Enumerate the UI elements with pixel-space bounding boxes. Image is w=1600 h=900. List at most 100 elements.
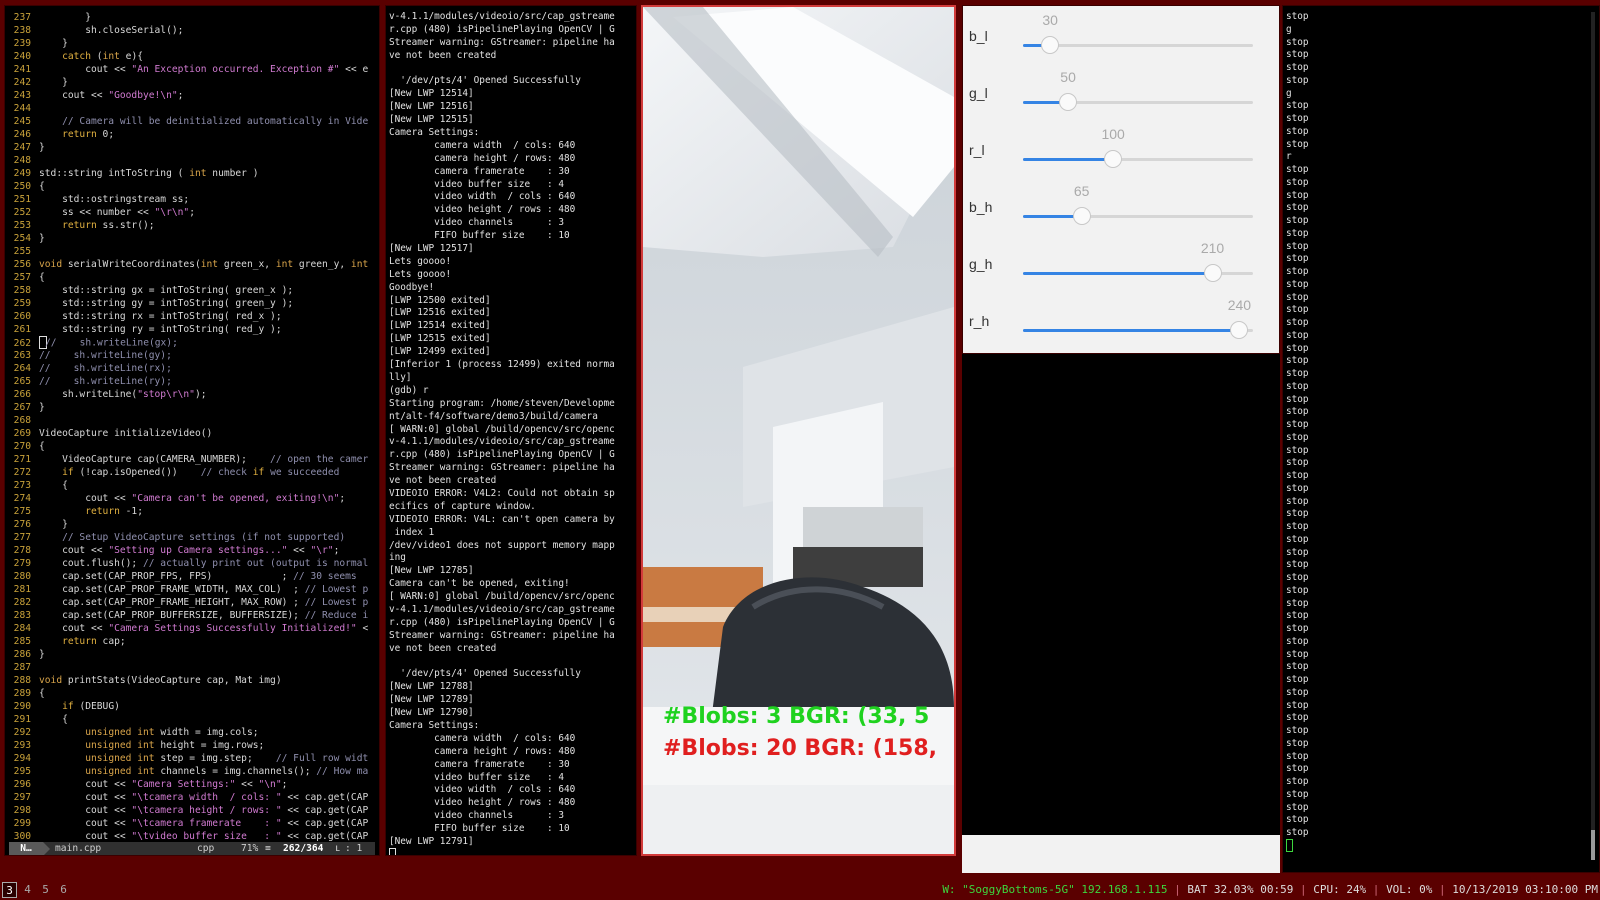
slider-knob[interactable] — [1203, 264, 1222, 282]
cpu-status: CPU: 24% — [1313, 883, 1367, 896]
terminal-line: VIDEOIO ERROR: V4L: can't open camera by — [389, 513, 615, 525]
serial-line: stop — [1286, 278, 1309, 290]
slider-r-h: r_h 240 — [963, 291, 1279, 348]
slider-track[interactable] — [1023, 207, 1253, 225]
code-text: cout << "Goodbye!\n"; — [39, 90, 184, 101]
editor-line: 292 unsigned int width = img.cols; — [7, 726, 368, 739]
camera-window[interactable]: #Blobs: 3 BGR: (33, 5 #Blobs: 20 BGR: (1… — [641, 5, 956, 856]
editor-line: 260 std::string rx = intToString( red_x … — [7, 310, 368, 323]
editor-line: 299 cout << "\tcamera framerate : " << c… — [7, 817, 369, 830]
status-bar: 3456 W: "SoggyBottoms-5G" 192.168.1.115 … — [0, 880, 1600, 900]
editor-line: 281 cap.set(CAP_PROP_FRAME_WIDTH, MAX_CO… — [7, 583, 369, 596]
line-number: 286 — [13, 649, 31, 660]
slider-knob[interactable] — [1072, 207, 1091, 225]
line-number: 264 — [13, 363, 31, 374]
slider-fill — [1023, 329, 1240, 332]
workspace-4[interactable]: 4 — [20, 882, 35, 898]
serial-line: stop — [1286, 227, 1309, 239]
editor-line: 267} — [7, 401, 368, 414]
terminal-line: [ WARN:0] global /build/opencv/src/openc — [389, 423, 615, 435]
terminal-line: [LWP 12514 exited] — [389, 320, 491, 332]
slider-value: 30 — [1042, 12, 1058, 28]
editor-line: 262 // sh.writeLine(gx); — [7, 336, 368, 349]
line-number: 256 — [13, 259, 31, 270]
code-text: void serialWriteCoordinates(int green_x,… — [39, 259, 369, 270]
serial-scrollbar[interactable] — [1591, 12, 1595, 860]
code-text: { — [39, 181, 45, 192]
code-editor-pane[interactable]: 237 } 238 sh.closeSerial(); 239 } 240 catch… — [4, 5, 380, 856]
serial-line: stop — [1286, 11, 1309, 22]
line-number: 288 — [13, 675, 31, 686]
terminal-output: v-4.1.1/modules/videoio/src/cap_gstreame… — [389, 10, 633, 848]
terminal-line: camera framerate : 30 — [389, 758, 570, 770]
slider-fill — [1023, 158, 1114, 161]
editor-line: 247} — [7, 141, 368, 154]
editor-line: 268 — [7, 414, 368, 427]
serial-line: stop — [1286, 355, 1309, 367]
terminal-line: Lets goooo! — [389, 255, 452, 267]
line-number: 241 — [13, 64, 31, 75]
terminal-line: FIFO buffer size : 10 — [389, 823, 570, 835]
slider-track[interactable] — [1023, 264, 1253, 282]
slider-knob[interactable] — [1059, 93, 1078, 111]
serial-line: stop — [1286, 113, 1309, 124]
slider-track[interactable] — [1023, 93, 1253, 111]
code-text: } — [39, 12, 91, 23]
code-text: { — [39, 480, 68, 491]
terminal-line: camera width / cols: 640 — [389, 732, 576, 744]
terminal-line: [ WARN:0] global /build/opencv/src/openc — [389, 591, 615, 603]
serial-line: stop — [1286, 457, 1309, 469]
slider-track[interactable] — [1023, 321, 1253, 339]
threshold-sliders-window[interactable]: b_l 30 g_l 50 r_l 100 b_h 65 g_h 210 r_h 240 — [962, 5, 1280, 354]
slider-knob[interactable] — [1104, 150, 1123, 168]
editor-line: 252 ss << number << "\r\n"; — [7, 206, 368, 219]
editor-line: 256 void serialWriteCoordinates(int green… — [7, 258, 369, 271]
terminal-line: [New LWP 12516] — [389, 101, 474, 113]
slider-knob[interactable] — [1230, 321, 1249, 339]
terminal-line: ing — [389, 552, 406, 564]
editor-statusline: N… main.cpp cpp 71% ≡ 262/364 ʟ : 1 — [9, 842, 375, 855]
slider-label: g_h — [969, 256, 993, 272]
editor-line: 282 cap.set(CAP_PROP_FRAME_HEIGHT, MAX_R… — [7, 596, 369, 609]
volume-status: VOL: 0% — [1386, 883, 1433, 896]
line-number: 269 — [13, 428, 31, 439]
editor-line: 278 cout << "Setting up Camera settings.… — [7, 544, 368, 557]
line-number: 285 — [13, 636, 31, 647]
slider-track[interactable] — [1023, 150, 1253, 168]
serial-line: stop — [1286, 610, 1309, 622]
terminal-line: ve not been created — [389, 642, 497, 654]
editor-line: 275 return -1; — [7, 505, 368, 518]
serial-line: stop — [1286, 368, 1309, 379]
slider-track[interactable] — [1023, 36, 1253, 54]
editor-line: 298 cout << "\tcamera height / rows: " <… — [7, 804, 369, 817]
terminal-line: v-4.1.1/modules/videoio/src/cap_gstreame — [389, 603, 615, 615]
scrollbar-thumb[interactable] — [1591, 830, 1595, 860]
code-text: // Camera will be deinitialized automati… — [39, 116, 369, 127]
terminal-line: (gdb) r — [389, 384, 429, 396]
serial-line: stop — [1286, 215, 1309, 226]
terminal-line: Camera can't be opened, exiting! — [389, 578, 570, 590]
workspace-6[interactable]: 6 — [56, 882, 71, 898]
terminal-line: video width / cols : 640 — [389, 191, 576, 203]
terminal-line: [LWP 12499 exited] — [389, 346, 491, 358]
serial-line: g — [1286, 23, 1292, 35]
editor-line: 296 cout << "Camera Settings:" << "\n"; — [7, 778, 368, 791]
gdb-terminal-pane[interactable]: v-4.1.1/modules/videoio/src/cap_gstreame… — [385, 5, 637, 856]
terminal-line: [New LWP 12515] — [389, 114, 474, 126]
line-number: 296 — [13, 779, 31, 790]
serial-line: stop — [1286, 431, 1309, 443]
code-text: std::string rx = intToString( red_x ); — [39, 311, 282, 322]
serial-line: stop — [1286, 546, 1309, 558]
line-number: 278 — [13, 545, 31, 556]
slider-knob[interactable] — [1041, 36, 1060, 54]
code-text: } — [39, 402, 45, 413]
workspace-3[interactable]: 3 — [2, 882, 17, 898]
serial-line: stop — [1286, 495, 1309, 507]
editor-line: 238 sh.closeSerial(); — [7, 24, 368, 37]
terminal-line: [LWP 12515 exited] — [389, 333, 491, 345]
serial-output-pane[interactable]: stop g stop stop stop stop g stop stop stop stop r s… — [1282, 5, 1600, 873]
camera-feed-image: #Blobs: 3 BGR: (33, 5 #Blobs: 20 BGR: (1… — [643, 7, 954, 785]
terminal-line: r.cpp (480) isPipelinePlaying OpenCV | G — [389, 449, 615, 461]
workspace-5[interactable]: 5 — [38, 882, 53, 898]
code-text: // sh.writeLine(gy); — [39, 350, 172, 361]
